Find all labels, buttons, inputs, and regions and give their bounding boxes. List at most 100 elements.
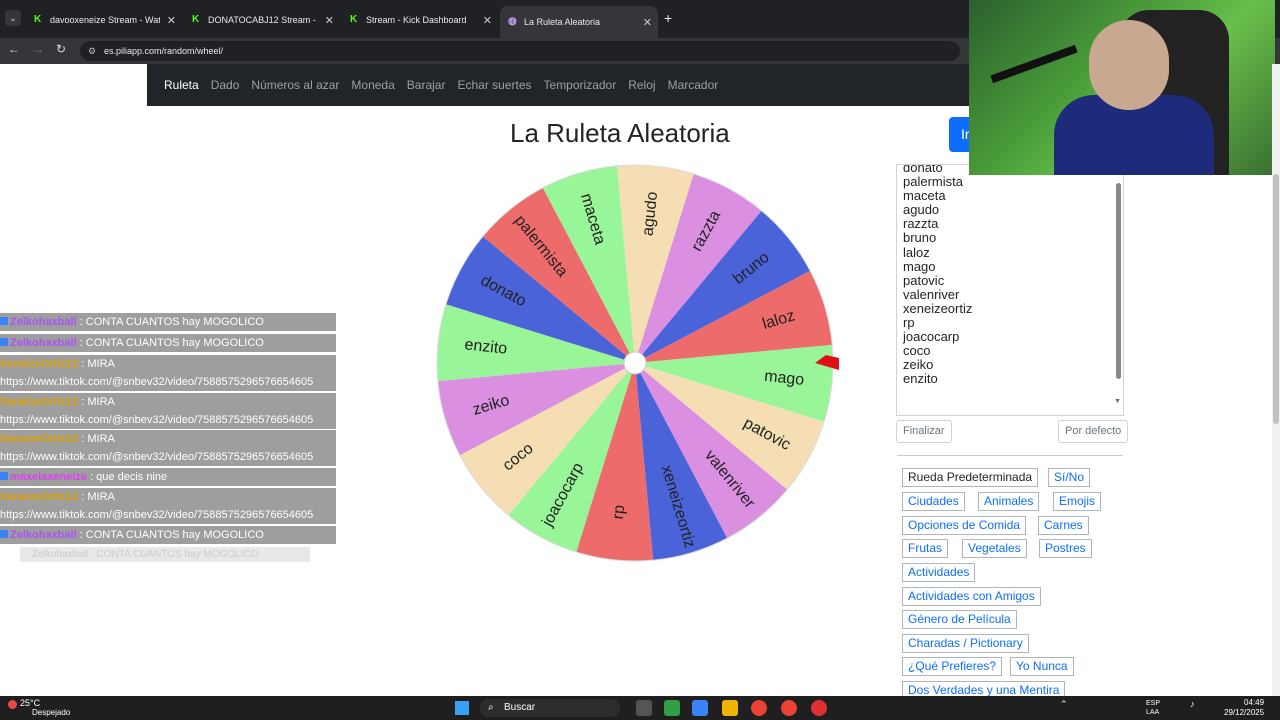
preset-animales[interactable]: Animales [978, 492, 1040, 511]
search-label: Buscar [504, 702, 536, 713]
forward-icon[interactable]: → [32, 42, 44, 56]
preset-frutas[interactable]: Frutas [902, 539, 949, 558]
weather-temp: 25°C [20, 698, 41, 708]
url-input[interactable]: ⚙ es.piliapp.com/random/wheel/ [80, 41, 960, 61]
nav-item-marcador[interactable]: Marcador [668, 78, 719, 92]
chrome-icon[interactable] [751, 700, 767, 716]
preset-opciones-comida[interactable]: Opciones de Comida [902, 516, 1027, 535]
tab-search-button[interactable]: ⌄ [5, 10, 21, 26]
roulette-wheel[interactable]: agudo razztabrunolalozmagopatovicvalenriv… [432, 160, 842, 570]
app-icon[interactable] [692, 700, 708, 716]
reload-icon[interactable]: ↻ [56, 42, 66, 56]
close-icon[interactable]: ✕ [643, 16, 652, 29]
weather-desc: Despejado [32, 708, 71, 717]
chat-username: Zelkohaxball [32, 549, 89, 560]
preset-postres[interactable]: Postres [1039, 539, 1092, 558]
nav-item-dado[interactable]: Dado [211, 78, 240, 92]
weather-widget[interactable]: 25°C Despejado [8, 698, 71, 718]
close-icon[interactable]: ✕ [483, 14, 492, 27]
site-navbar: Ruleta Dado Números al azar Moneda Baraj… [147, 64, 1007, 106]
lang-primary: ESP [1146, 700, 1161, 707]
nav-item-ruleta[interactable]: Ruleta [164, 78, 199, 92]
nav-item-numeros[interactable]: Números al azar [251, 78, 339, 92]
preset-charadas[interactable]: Charadas / Pictionary [902, 634, 1029, 653]
textarea-scrollbar[interactable] [1116, 183, 1121, 379]
kick-icon: K [350, 14, 358, 25]
preset-vegetales[interactable]: Vegetales [962, 539, 1027, 558]
preset-rueda-predeterminada[interactable]: Rueda Predeterminada [902, 468, 1039, 487]
names-line: mago [903, 258, 936, 274]
names-textarea[interactable]: donato palermista maceta agudo razzta bruno la… [896, 164, 1124, 416]
chat-message-text: : MIRA [81, 433, 115, 445]
clock-date: 29/12/2025 [1224, 708, 1265, 717]
windows-start-icon[interactable] [455, 701, 469, 715]
preset-que-prefieres[interactable]: ¿Qué Prefieres? [902, 657, 1003, 676]
language-indicator[interactable]: ESP LAA [1146, 699, 1160, 717]
nav-item-barajar[interactable]: Barajar [407, 78, 446, 92]
url-text: es.piliapp.com/random/wheel/ [104, 46, 224, 56]
names-line: razzta [903, 216, 939, 232]
kick-icon: K [192, 14, 200, 25]
chat-link[interactable]: https://www.tiktok.com/@snbev32/video/75… [0, 411, 336, 429]
browser-tab-2[interactable]: K DONATOCABJ12 Stream - Watc ✕ [184, 8, 340, 32]
chat-badge-icon [0, 530, 8, 538]
names-line: xeneizeortiz [903, 300, 973, 316]
file-explorer-icon[interactable] [722, 700, 738, 716]
chat-username: XeneizeOrtiz12 [0, 433, 79, 445]
chat-message: Zelkohaxball: CONTA CUANTOS hay MOGOLICO [0, 313, 336, 331]
nav-item-moneda[interactable]: Moneda [351, 78, 394, 92]
chat-message-text: : CONTA CUANTOS hay MOGOLICO [79, 316, 264, 328]
default-button[interactable]: Por defecto [1058, 420, 1129, 443]
streamer-face [1089, 20, 1169, 110]
preset-actividades[interactable]: Actividades [902, 563, 976, 582]
nav-item-reloj[interactable]: Reloj [628, 78, 655, 92]
site-info-icon[interactable]: ⚙ [88, 41, 96, 61]
browser-tab-1[interactable]: K davooxeneize Stream - Watch l ✕ [26, 8, 182, 32]
names-line: bruno [903, 230, 937, 246]
close-icon[interactable]: ✕ [167, 14, 176, 27]
tab-title: DONATOCABJ12 Stream - Watc [208, 15, 318, 25]
preset-si-no[interactable]: Sí/No [1048, 468, 1091, 487]
tray-chevron-icon[interactable]: ⌃ [1060, 699, 1068, 710]
scroll-down-icon[interactable]: ▼ [1114, 398, 1121, 405]
lang-secondary: LAA [1146, 709, 1160, 716]
chat-link[interactable]: https://www.tiktok.com/@snbev32/video/75… [0, 373, 336, 391]
browser-tab-3[interactable]: K Stream - Kick Dashboard ✕ [342, 8, 498, 32]
chat-username: maxelaxeneize [10, 471, 88, 483]
nav-item-temporizador[interactable]: Temporizador [544, 78, 617, 92]
preset-carnes[interactable]: Carnes [1038, 516, 1089, 535]
taskbar-search[interactable]: ⌕ Buscar [480, 699, 620, 717]
chat-link[interactable]: https://www.tiktok.com/@snbev32/video/75… [0, 448, 336, 466]
chat-message: XeneizeOrtiz12: MIRA https://www.tiktok.c… [0, 430, 336, 466]
preset-emojis[interactable]: Emojis [1053, 492, 1102, 511]
names-line: agudo [903, 202, 940, 218]
clock-time: 04:49 [1244, 698, 1265, 707]
task-view-icon[interactable] [636, 700, 652, 716]
wheel-center-hub[interactable] [623, 351, 647, 375]
new-tab-icon[interactable]: + [664, 10, 672, 26]
nav-item-echar-suertes[interactable]: Echar suertes [457, 78, 531, 92]
app-icon[interactable] [811, 700, 827, 716]
chat-link[interactable]: https://www.tiktok.com/@snbev32/video/75… [0, 506, 336, 524]
chrome-icon[interactable] [781, 700, 797, 716]
taskbar-clock[interactable]: 04:49 29/12/2025 [1224, 698, 1264, 718]
preset-ciudades[interactable]: Ciudades [902, 492, 965, 511]
chat-message: Zelkohaxball: CONTA CUANTOS hay MOGOLICO [0, 526, 336, 544]
scrollbar-thumb[interactable] [1273, 174, 1279, 424]
preset-yo-nunca[interactable]: Yo Nunca [1010, 657, 1074, 676]
preset-actividades-amigos[interactable]: Actividades con Amigos [902, 587, 1041, 606]
preset-genero-pelicula[interactable]: Género de Película [902, 610, 1017, 629]
back-icon[interactable]: ← [8, 42, 20, 56]
close-icon[interactable]: ✕ [325, 14, 334, 27]
volume-icon[interactable]: ♪ [1190, 699, 1195, 709]
chat-message: XeneizeOrtiz12: MIRA https://www.tiktok.c… [0, 393, 336, 429]
chat-message: XeneizeOrtiz12: MIRA https://www.tiktok.c… [0, 355, 336, 391]
app-icon[interactable] [664, 700, 680, 716]
chat-badge-icon [0, 472, 8, 480]
chat-message-line: XeneizeOrtiz12: MIRA [0, 430, 336, 448]
browser-tab-4[interactable]: ◍ La Ruleta Aleatoria ✕ [500, 6, 658, 38]
page-scrollbar[interactable] [1272, 64, 1280, 696]
tab-title: La Ruleta Aleatoria [524, 17, 601, 27]
names-line: maceta [903, 188, 946, 204]
finish-button[interactable]: Finalizar [896, 420, 952, 443]
